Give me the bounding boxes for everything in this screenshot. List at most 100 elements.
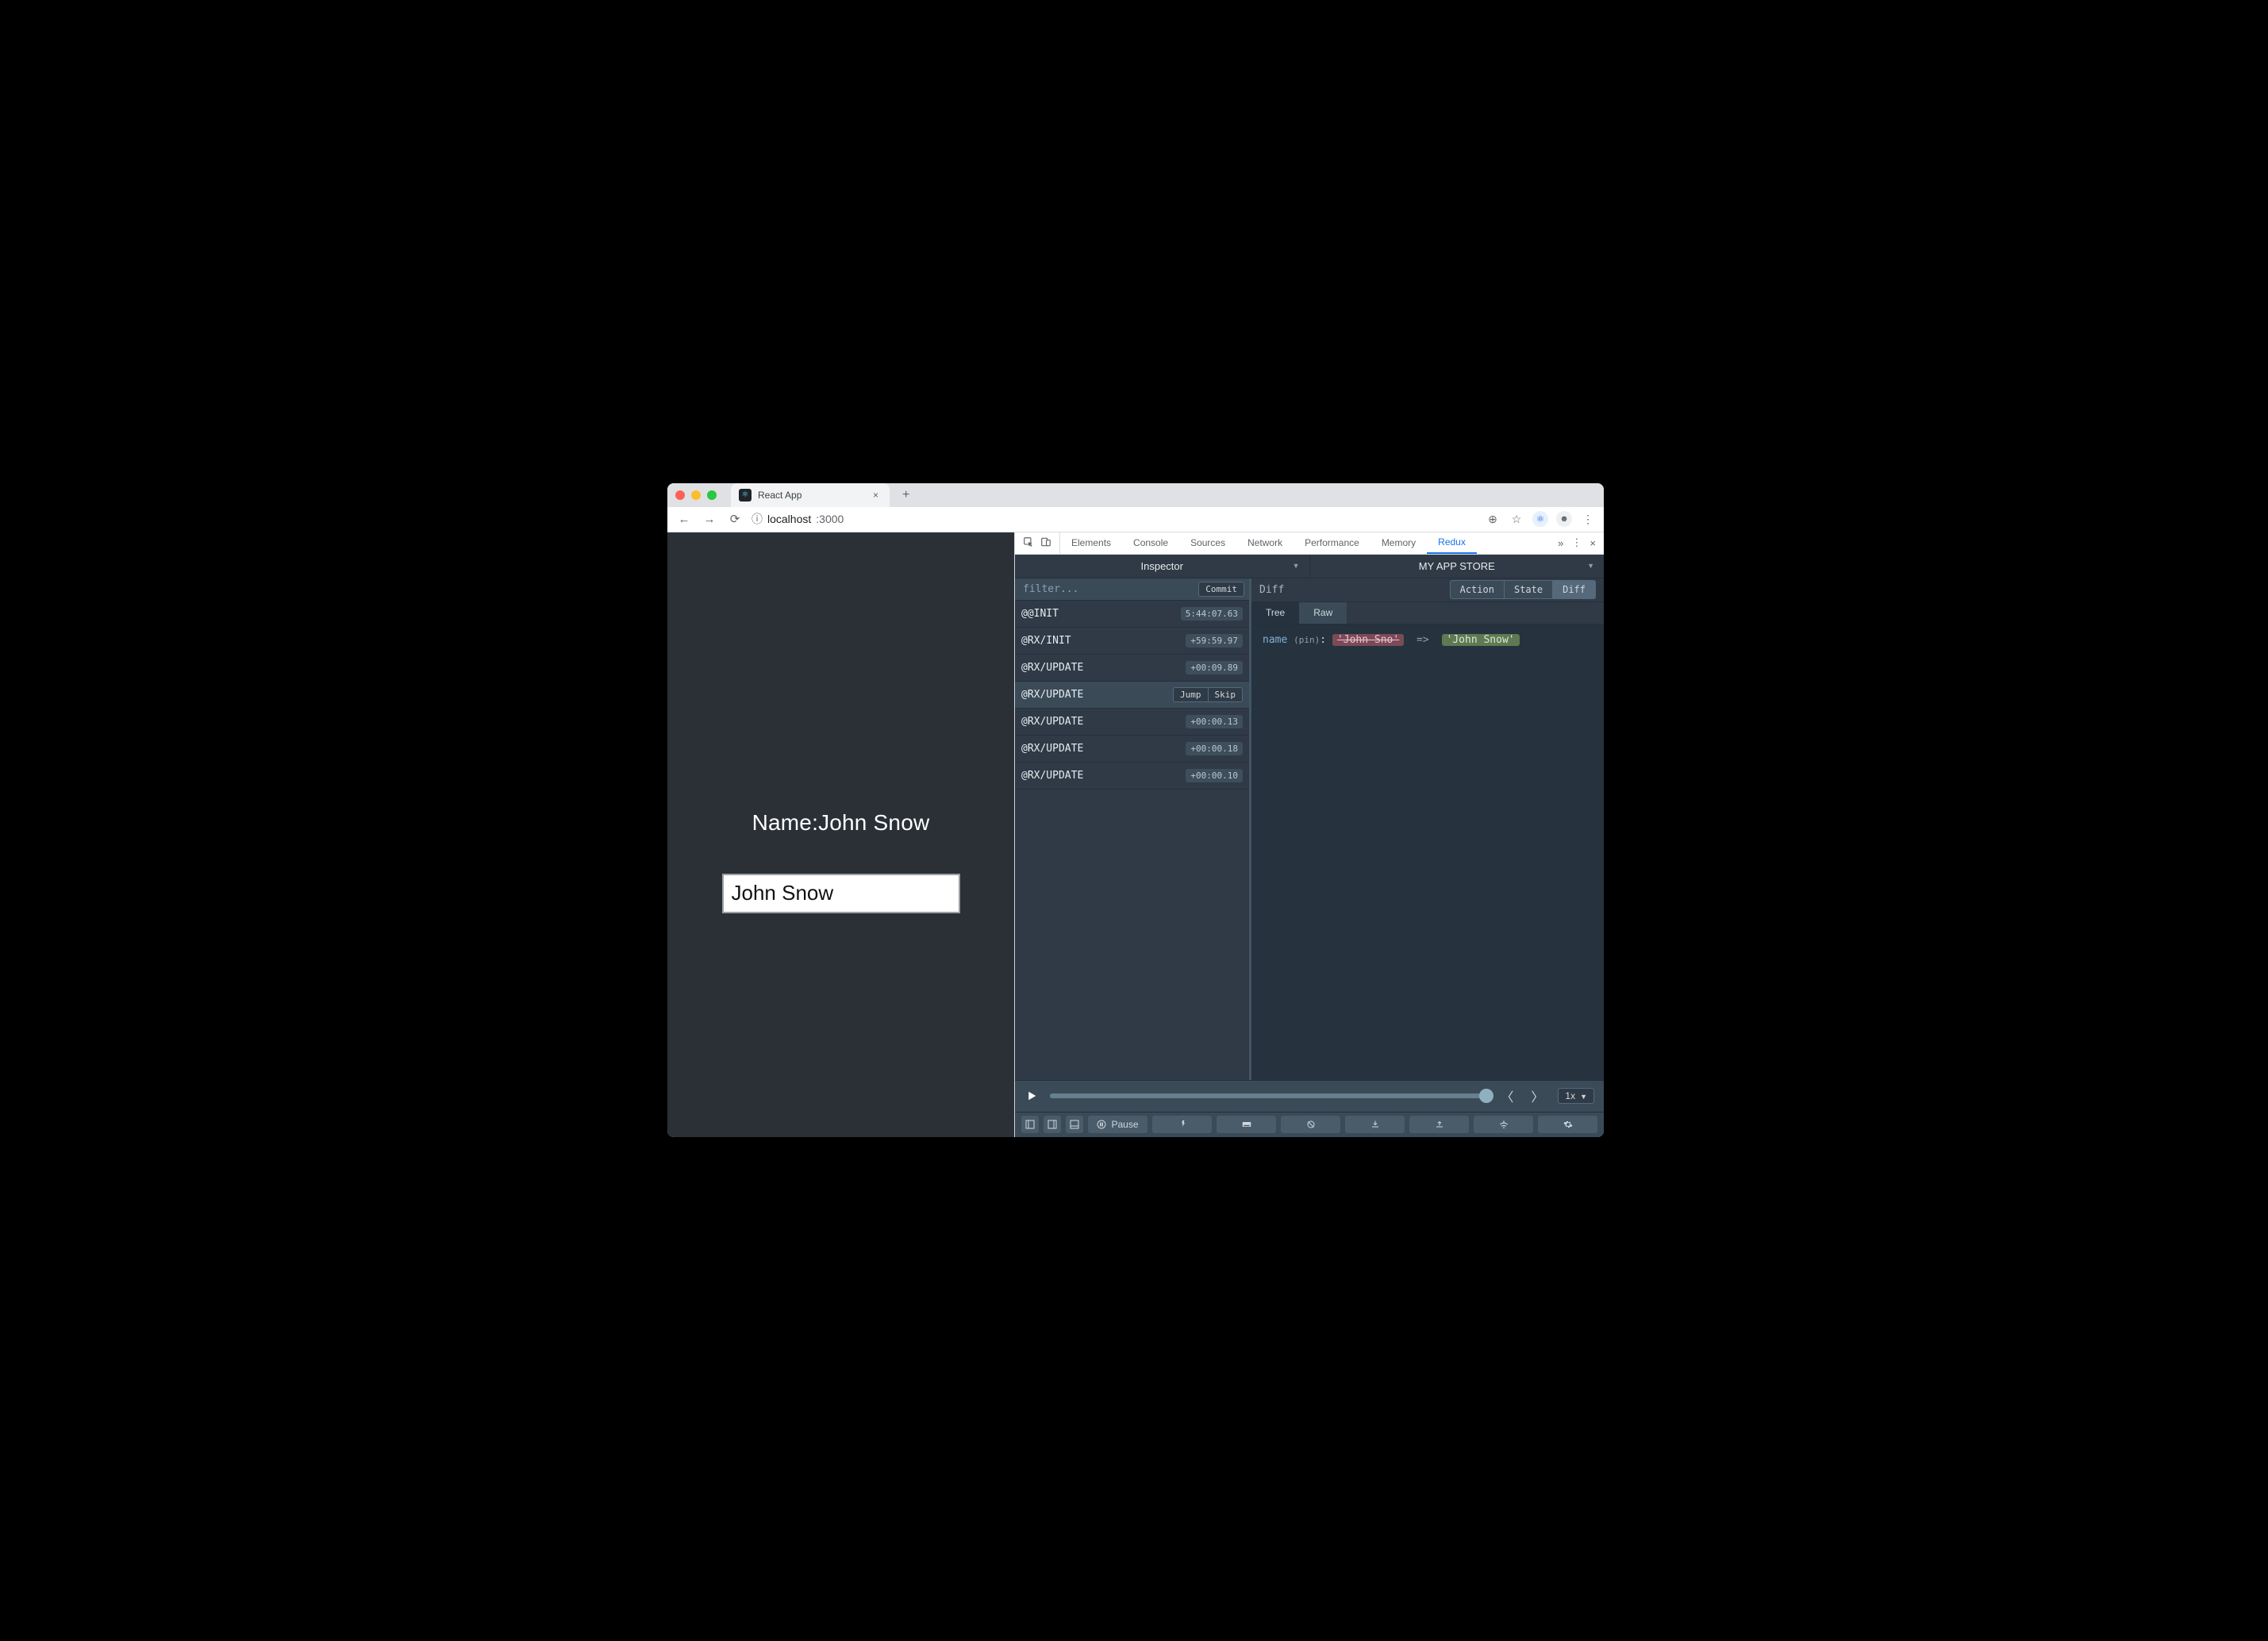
action-row[interactable]: @@INIT 5:44:07.63 bbox=[1015, 601, 1249, 628]
inspect-element-icon[interactable] bbox=[1023, 536, 1034, 550]
action-row[interactable]: @RX/UPDATE +00:00.10 bbox=[1015, 763, 1249, 790]
url-bar: ← → ⟳ localhost :3000 ⊕ ☆ ⚛ ☻ ⋮ bbox=[667, 507, 1604, 532]
tab-title: React App bbox=[758, 490, 801, 501]
view-diff-button[interactable]: Diff bbox=[1553, 580, 1596, 599]
profile-icon[interactable]: ☻ bbox=[1556, 511, 1572, 527]
dock-bottom-button[interactable] bbox=[1066, 1116, 1083, 1133]
action-row[interactable]: @RX/UPDATE+00:00.18 bbox=[1015, 736, 1249, 763]
step-forward-button[interactable]: 〉 bbox=[1528, 1086, 1547, 1105]
playback-slider[interactable] bbox=[1050, 1093, 1486, 1098]
chevron-down-icon bbox=[1587, 562, 1594, 571]
monitor-selector-label: Inspector bbox=[1141, 560, 1183, 572]
extension-icon[interactable]: ⚛ bbox=[1532, 511, 1548, 527]
playback-bar: 〈 〉 1x bbox=[1015, 1080, 1604, 1112]
remote-button[interactable] bbox=[1474, 1116, 1533, 1133]
action-timestamp: +59:59.97 bbox=[1186, 634, 1243, 648]
action-timestamp: +00:00.10 bbox=[1186, 769, 1243, 782]
inspector-panel: Diff ActionStateDiff TreeRaw name (pin):… bbox=[1251, 578, 1604, 1080]
url-port: :3000 bbox=[816, 513, 844, 525]
devtools-tab-network[interactable]: Network bbox=[1236, 532, 1294, 554]
chevron-down-icon bbox=[1293, 562, 1300, 571]
devtools-overflow-icon[interactable]: » bbox=[1558, 537, 1563, 549]
slider-thumb[interactable] bbox=[1479, 1089, 1493, 1103]
subtab-raw[interactable]: Raw bbox=[1299, 602, 1347, 624]
devtools-tab-performance[interactable]: Performance bbox=[1294, 532, 1370, 554]
forward-button[interactable]: → bbox=[701, 513, 718, 526]
subtab-tree[interactable]: Tree bbox=[1251, 602, 1299, 624]
arrow-icon: => bbox=[1410, 634, 1436, 646]
url-host: localhost bbox=[767, 513, 811, 525]
maximize-window-button[interactable] bbox=[707, 490, 717, 500]
titlebar: ⚛ React App × + bbox=[667, 483, 1604, 507]
pin-button[interactable]: (pin) bbox=[1294, 635, 1320, 645]
action-name: @RX/UPDATE bbox=[1021, 689, 1083, 701]
actions-panel: Commit @@INIT 5:44:07.63 @RX/INIT+59:59.97… bbox=[1015, 578, 1251, 1080]
dock-left-button[interactable] bbox=[1021, 1116, 1039, 1133]
devtools-tab-redux[interactable]: Redux bbox=[1427, 532, 1477, 554]
pause-recording-button[interactable]: Pause bbox=[1088, 1116, 1147, 1133]
diff-key: name bbox=[1263, 634, 1287, 646]
site-info-icon[interactable] bbox=[752, 511, 763, 527]
bottom-toolbar: Pause bbox=[1015, 1112, 1604, 1137]
address-field[interactable]: localhost :3000 bbox=[752, 511, 844, 527]
dispatch-button[interactable] bbox=[1281, 1116, 1340, 1133]
monitor-selector[interactable]: Inspector bbox=[1015, 555, 1309, 578]
commit-button[interactable]: Commit bbox=[1198, 582, 1244, 597]
minimize-window-button[interactable] bbox=[691, 490, 701, 500]
close-window-button[interactable] bbox=[675, 490, 685, 500]
store-selector-label: MY APP STORE bbox=[1419, 560, 1495, 572]
chevron-down-icon bbox=[1580, 1090, 1587, 1101]
lock-changes-button[interactable] bbox=[1152, 1116, 1212, 1133]
name-input[interactable] bbox=[722, 874, 960, 913]
devtools-close-icon[interactable]: × bbox=[1590, 537, 1596, 549]
app-viewport: Name:John Snow bbox=[667, 532, 1014, 1137]
view-state-button[interactable]: State bbox=[1505, 580, 1553, 599]
zoom-icon[interactable]: ⊕ bbox=[1485, 513, 1501, 526]
export-button[interactable] bbox=[1409, 1116, 1469, 1133]
action-timestamp: +00:09.89 bbox=[1186, 661, 1243, 674]
devtools-tab-sources[interactable]: Sources bbox=[1179, 532, 1236, 554]
action-row[interactable]: @RX/UPDATE JumpSkip bbox=[1015, 682, 1249, 709]
devtools-menu-icon[interactable]: ⋮ bbox=[1571, 536, 1582, 549]
inspector-title: Diff bbox=[1259, 584, 1284, 596]
persist-button[interactable] bbox=[1217, 1116, 1276, 1133]
action-row[interactable]: @RX/UPDATE +00:00.13 bbox=[1015, 709, 1249, 736]
window-controls bbox=[675, 490, 717, 500]
devtools-tabstrip: ElementsConsoleSourcesNetworkPerformance… bbox=[1015, 532, 1604, 555]
new-tab-button[interactable]: + bbox=[896, 488, 916, 502]
store-selector[interactable]: MY APP STORE bbox=[1309, 555, 1605, 578]
step-back-button[interactable]: 〈 bbox=[1497, 1086, 1516, 1105]
device-toolbar-icon[interactable] bbox=[1040, 536, 1051, 550]
dock-right-button[interactable] bbox=[1044, 1116, 1061, 1133]
action-row[interactable]: @RX/UPDATE +00:09.89 bbox=[1015, 655, 1249, 682]
browser-tab[interactable]: ⚛ React App × bbox=[731, 483, 890, 507]
play-button[interactable] bbox=[1024, 1089, 1039, 1103]
settings-button[interactable] bbox=[1538, 1116, 1597, 1133]
browser-window: ⚛ React App × + ← → ⟳ localhost :3000 ⊕ ☆… bbox=[667, 483, 1604, 1137]
action-timestamp: 5:44:07.63 bbox=[1181, 607, 1243, 621]
jump-button[interactable]: Jump bbox=[1173, 687, 1208, 702]
action-name: @@INIT bbox=[1021, 608, 1059, 620]
back-button[interactable]: ← bbox=[675, 513, 693, 526]
devtools-tab-console[interactable]: Console bbox=[1122, 532, 1179, 554]
actions-filter-input[interactable] bbox=[1015, 583, 1198, 595]
view-action-button[interactable]: Action bbox=[1450, 580, 1505, 599]
browser-menu-button[interactable]: ⋮ bbox=[1580, 513, 1596, 526]
action-name: @RX/UPDATE bbox=[1021, 716, 1083, 728]
playback-speed-select[interactable]: 1x bbox=[1558, 1088, 1594, 1104]
devtools-tab-memory[interactable]: Memory bbox=[1370, 532, 1427, 554]
reload-button[interactable]: ⟳ bbox=[726, 512, 744, 526]
action-name: @RX/UPDATE bbox=[1021, 662, 1083, 674]
close-tab-button[interactable]: × bbox=[870, 490, 882, 501]
devtools-panel: ElementsConsoleSourcesNetworkPerformance… bbox=[1014, 532, 1604, 1137]
devtools-tab-elements[interactable]: Elements bbox=[1060, 532, 1122, 554]
name-heading: Name:John Snow bbox=[752, 810, 930, 836]
action-timestamp: +00:00.13 bbox=[1186, 715, 1243, 728]
bookmark-icon[interactable]: ☆ bbox=[1509, 513, 1524, 526]
diff-body: name (pin): 'John Sno' => 'John Snow' bbox=[1251, 625, 1604, 1080]
action-row[interactable]: @RX/INIT+59:59.97 bbox=[1015, 628, 1249, 655]
skip-button[interactable]: Skip bbox=[1208, 687, 1244, 702]
import-button[interactable] bbox=[1345, 1116, 1405, 1133]
action-name: @RX/UPDATE bbox=[1021, 770, 1083, 782]
action-name: @RX/UPDATE bbox=[1021, 743, 1083, 755]
